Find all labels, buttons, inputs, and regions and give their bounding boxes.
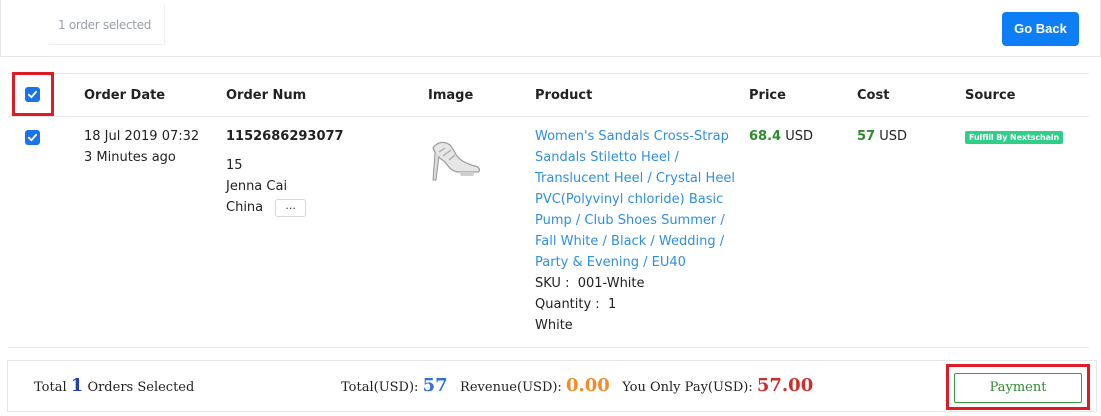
row-divider (8, 347, 1089, 348)
cost-value: 57 (857, 129, 876, 144)
header-order-num: Order Num (226, 88, 307, 103)
revenue-value: 0.00 (565, 375, 610, 396)
select-all-checkbox[interactable] (25, 87, 40, 102)
toolbar: 1 order selected Go Back (0, 0, 1101, 57)
row-select-checkbox[interactable] (25, 130, 40, 145)
total-suffix: Orders Selected (87, 380, 195, 395)
header-cost: Cost (857, 88, 890, 103)
payment-button[interactable]: Payment (954, 373, 1082, 403)
price-value: 68.4 (749, 129, 782, 144)
product-title-line-7[interactable]: Party & Evening / EU40 (535, 252, 735, 273)
price: 68.4 USD (749, 126, 813, 147)
total-usd-label: Total(USD): (341, 380, 419, 395)
pay-label: You Only Pay(USD): (622, 380, 753, 395)
source-badge: Fulfill By Nextschain (965, 131, 1064, 144)
product-title-line-1[interactable]: Women's Sandals Cross-Strap (535, 126, 735, 147)
go-back-button[interactable]: Go Back (1002, 12, 1079, 46)
header-image: Image (428, 88, 474, 103)
header-price: Price (749, 88, 786, 103)
revenue-label: Revenue(USD): (460, 380, 562, 395)
total-count: 1 (70, 375, 84, 396)
product-title-line-2[interactable]: Sandals Stiletto Heel / (535, 147, 735, 168)
product-title-line-5[interactable]: Pump / Club Shoes Summer / (535, 210, 735, 231)
quantity-label: Quantity : (535, 297, 600, 312)
customer-name: Jenna Cai (226, 179, 288, 194)
quantity-value: 1 (607, 297, 617, 312)
variant: White (535, 318, 573, 333)
quantity-line: Quantity : 1 (535, 294, 735, 315)
total-orders-selected: Total 1 Orders Selected (34, 361, 194, 413)
more-button[interactable]: ... (275, 198, 307, 217)
cost-currency: USD (879, 129, 908, 144)
check-icon (27, 133, 38, 142)
header-product: Product (535, 88, 593, 103)
product-title-line-4[interactable]: PVC(Polyvinyl chloride) Basic (535, 189, 735, 210)
pay-value: 57.00 (756, 375, 814, 396)
footer-summary: Total 1 Orders Selected Total(USD): 57 R… (7, 360, 1097, 412)
product-description: Women's Sandals Cross-Strap Sandals Stil… (535, 126, 735, 336)
totals-line: Total(USD): 57 Revenue(USD): 0.00 You On… (341, 361, 813, 413)
header-source: Source (965, 88, 1016, 103)
cost: 57 USD (857, 126, 907, 147)
product-image[interactable] (423, 128, 487, 188)
total-usd-value: 57 (422, 375, 448, 396)
product-title-line-3[interactable]: Translucent Heel / Crystal Heel (535, 168, 735, 189)
order-sub-number: 15 (226, 158, 243, 173)
check-icon (27, 90, 38, 99)
total-prefix: Total (34, 380, 67, 395)
order-time-ago: 3 Minutes ago (84, 150, 176, 165)
customer-country: China (226, 200, 264, 215)
selected-count-label: 1 order selected (49, 5, 165, 45)
sku-value: 001-White (577, 276, 645, 291)
header-order-date: Order Date (84, 88, 166, 103)
price-currency: USD (785, 129, 813, 144)
order-date: 18 Jul 2019 07:32 (84, 129, 200, 144)
product-title-line-6[interactable]: Fall White / Black / Wedding / (535, 231, 735, 252)
order-number: 1152686293077 (226, 129, 344, 144)
customer-country-line: China... (226, 197, 307, 218)
table-header: Order Date Order Num Image Product Price… (8, 73, 1089, 117)
sku-label: SKU : (535, 276, 570, 291)
sku-line: SKU : 001-White (535, 273, 735, 294)
